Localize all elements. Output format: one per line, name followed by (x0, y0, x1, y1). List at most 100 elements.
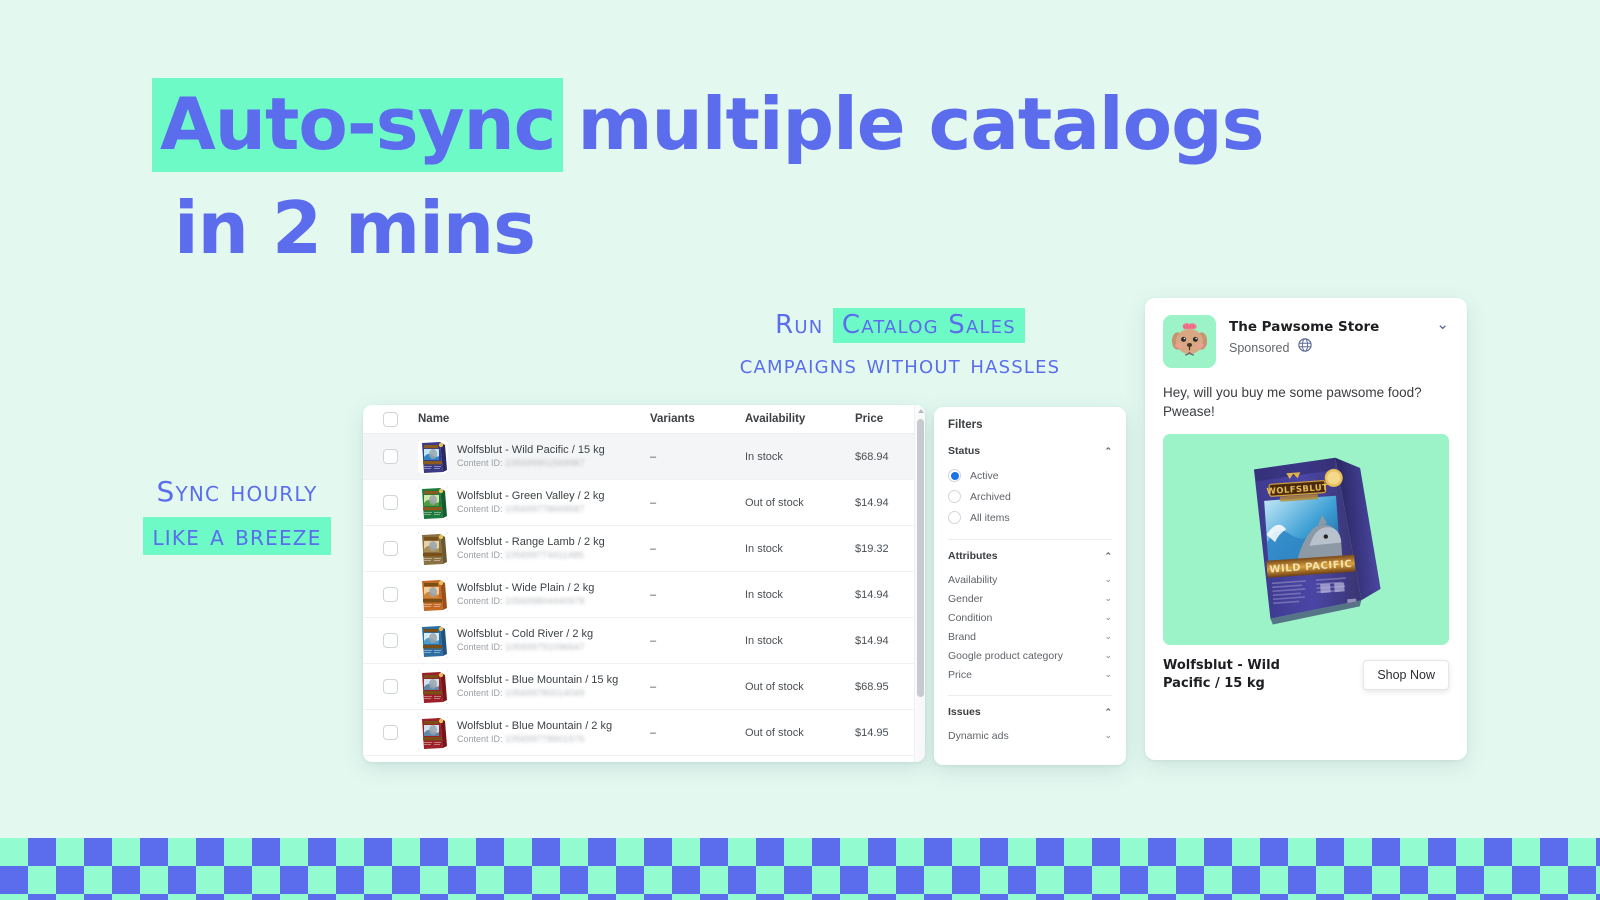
filter-attribute-item[interactable]: Brand ⌄ (948, 627, 1112, 646)
filter-attribute-item[interactable]: Price⌄ (948, 665, 1112, 684)
cell-variants: – (650, 727, 745, 739)
chevron-down-icon[interactable]: ⌄ (1104, 594, 1112, 603)
row-select-cell[interactable] (363, 587, 418, 602)
row-checkbox[interactable] (383, 541, 398, 556)
row-select-cell[interactable] (363, 633, 418, 648)
row-select-cell[interactable] (363, 449, 418, 464)
select-all-checkbox[interactable] (383, 412, 398, 427)
product-thumbnail (418, 486, 448, 520)
product-name: Wolfsblut - Blue Mountain / 2 kg (457, 719, 612, 733)
headline-line-2: in 2 mins (152, 176, 1252, 280)
ad-product-title: Wolfsblut - Wild Pacific / 15 kg (1163, 657, 1323, 693)
content-id-value: 105699774411485 (505, 550, 584, 560)
filter-attribute-label: Dynamic ads (948, 730, 1009, 742)
column-header-name[interactable]: Name (418, 413, 650, 425)
filter-radio-option[interactable]: Archived (948, 486, 1112, 507)
filter-section-title: Attributes (948, 550, 998, 562)
content-id-label: Content ID: (457, 458, 503, 468)
radio-button[interactable] (948, 469, 961, 482)
chevron-down-icon[interactable]: ⌄ (1104, 670, 1112, 679)
column-header-variants[interactable]: Variants (650, 413, 745, 425)
row-checkbox[interactable] (383, 495, 398, 510)
radio-button[interactable] (948, 490, 961, 503)
row-checkbox[interactable] (383, 587, 398, 602)
product-content-id: Content ID: 105699774411485 (457, 549, 605, 562)
chevron-down-icon[interactable]: ⌄ (1436, 315, 1449, 332)
product-content-id: Content ID: 105699778669587 (457, 503, 605, 516)
row-select-cell[interactable] (363, 725, 418, 740)
filters-body: Status ⌃ Active ArchivedAll items Attributes… (948, 445, 1112, 745)
chevron-up-icon[interactable]: ⌃ (1104, 447, 1112, 456)
row-checkbox[interactable] (383, 679, 398, 694)
product-name: Wolfsblut - Wild Pacific / 15 kg (457, 443, 605, 457)
content-id-value: 105699901569987 (505, 458, 585, 468)
content-id-value: 105699804440978 (505, 596, 585, 606)
table-body: Wolfsblut - Wild Pacific / 15 kgContent … (363, 434, 925, 756)
shop-now-button[interactable]: Shop Now (1363, 660, 1449, 690)
filter-radio-option[interactable]: Active (948, 465, 1112, 486)
row-checkbox[interactable] (383, 633, 398, 648)
filter-section-title: Status (948, 445, 980, 457)
page-root: Auto-syncmultiple catalogs in 2 mins Syn… (0, 0, 1600, 900)
scroll-up-arrow-icon[interactable] (918, 409, 924, 413)
cell-variants: – (650, 451, 745, 463)
catalog-table-card: Name Variants Availability Price Wolfsbl… (363, 405, 925, 762)
row-checkbox[interactable] (383, 449, 398, 464)
product-thumbnail (418, 532, 448, 566)
filter-section-header[interactable]: Issues⌃ (948, 706, 1112, 718)
table-row[interactable]: Wolfsblut - Green Valley / 2 kgContent I… (363, 480, 925, 526)
table-row[interactable]: Wolfsblut - Range Lamb / 2 kgContent ID:… (363, 526, 925, 572)
content-id-label: Content ID: (457, 734, 503, 744)
table-row[interactable]: Wolfsblut - Cold River / 2 kgContent ID:… (363, 618, 925, 664)
chevron-down-icon[interactable]: ⌄ (1104, 651, 1112, 660)
scrollbar-thumb[interactable] (917, 419, 924, 697)
cell-name: Wolfsblut - Range Lamb / 2 kgContent ID:… (418, 532, 650, 566)
cell-name: Wolfsblut - Blue Mountain / 2 kgContent … (418, 716, 650, 750)
cell-variants: – (650, 543, 745, 555)
chevron-up-icon[interactable]: ⌃ (1104, 552, 1112, 561)
annotation-catalog-sales: Run Catalog Sales campaigns without hass… (700, 305, 1100, 385)
ad-meta: The Pawsome Store Sponsored (1229, 315, 1436, 357)
table-header-row: Name Variants Availability Price (363, 405, 925, 434)
filter-attribute-item[interactable]: Condition ⌄ (948, 608, 1112, 627)
chevron-down-icon[interactable]: ⌄ (1104, 632, 1112, 641)
chevron-down-icon[interactable]: ⌄ (1104, 731, 1112, 740)
filter-section-header[interactable]: Status ⌃ (948, 445, 1112, 457)
radio-button[interactable] (948, 511, 961, 524)
ad-product-image[interactable]: WOLFSBLUT WILD PACIFIC (1163, 434, 1449, 645)
product-content-id: Content ID: 105699901569987 (457, 457, 605, 470)
product-content-id: Content ID: 105699804440978 (457, 595, 594, 608)
row-select-cell[interactable] (363, 679, 418, 694)
chevron-down-icon[interactable]: ⌄ (1104, 575, 1112, 584)
filters-title: Filters (948, 419, 1112, 431)
chevron-down-icon[interactable]: ⌄ (1104, 613, 1112, 622)
filter-attribute-label: Condition (948, 612, 992, 624)
table-row[interactable]: Wolfsblut - Wild Pacific / 15 kgContent … (363, 434, 925, 480)
row-select-cell[interactable] (363, 495, 418, 510)
filter-attribute-item[interactable]: Dynamic ads ⌄ (948, 726, 1112, 745)
cell-availability: Out of stock (745, 497, 855, 509)
filter-radio-option[interactable]: All items (948, 507, 1112, 528)
cell-variants: – (650, 635, 745, 647)
filter-attribute-item[interactable]: Gender⌄ (948, 589, 1112, 608)
annotation-run-line-1: Run Catalog Sales (700, 305, 1100, 345)
radio-label: Active (970, 470, 999, 482)
table-row[interactable]: Wolfsblut - Blue Mountain / 2 kgContent … (363, 710, 925, 756)
filter-attribute-item[interactable]: Availability⌄ (948, 570, 1112, 589)
annotation-run-line-2: campaigns without hassles (700, 345, 1100, 385)
column-header-availability[interactable]: Availability (745, 413, 855, 425)
filter-section-header[interactable]: Attributes ⌃ (948, 550, 1112, 562)
chevron-up-icon[interactable]: ⌃ (1104, 708, 1112, 717)
product-name: Wolfsblut - Green Valley / 2 kg (457, 489, 605, 503)
filter-attribute-label: Google product category (948, 650, 1063, 662)
row-checkbox[interactable] (383, 725, 398, 740)
ad-footer: Wolfsblut - Wild Pacific / 15 kg Shop No… (1163, 645, 1449, 693)
table-scrollbar[interactable] (914, 405, 925, 762)
product-name: Wolfsblut - Range Lamb / 2 kg (457, 535, 605, 549)
table-row[interactable]: Wolfsblut - Blue Mountain / 15 kgContent… (363, 664, 925, 710)
filter-attribute-item[interactable]: Google product category ⌄ (948, 646, 1112, 665)
row-select-cell[interactable] (363, 541, 418, 556)
filter-attribute-label: Brand (948, 631, 976, 643)
table-row[interactable]: Wolfsblut - Wide Plain / 2 kgContent ID:… (363, 572, 925, 618)
select-all-cell[interactable] (363, 412, 418, 427)
